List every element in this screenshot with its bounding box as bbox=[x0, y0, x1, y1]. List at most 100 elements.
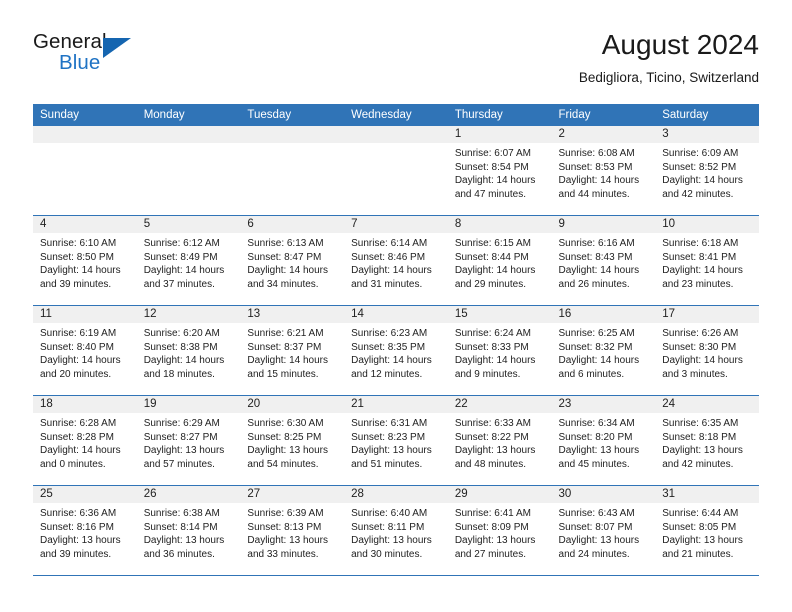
day-detail-line: and 20 minutes. bbox=[40, 368, 112, 380]
day-detail-line: and 37 minutes. bbox=[143, 278, 215, 290]
day-detail-line: Daylight: 14 hours bbox=[40, 265, 121, 276]
day-details: Sunrise: 6:14 AM Sunset: 8:46 PM Daylight:… bbox=[344, 233, 448, 291]
day-detail-line: Daylight: 14 hours bbox=[558, 265, 640, 276]
day-detail-line: and 33 minutes. bbox=[247, 548, 319, 560]
day-details: Sunrise: 6:35 AM Sunset: 8:18 PM Daylight:… bbox=[655, 413, 759, 471]
day-detail-line: Sunrise: 6:08 AM bbox=[558, 148, 635, 159]
calendar-cell-day-13[interactable]: 13 Sunrise: 6:21 AM Sunset: 8:37 PM Dayligh… bbox=[240, 305, 345, 396]
day-detail-line: and 29 minutes. bbox=[454, 278, 526, 290]
day-detail-line: Sunset: 8:47 PM bbox=[247, 251, 322, 263]
calendar-cell-day-4[interactable]: 4 Sunrise: 6:10 AM Sunset: 8:50 PM Daylight… bbox=[33, 215, 137, 306]
calendar-cell-day-25[interactable]: 25 Sunrise: 6:36 AM Sunset: 8:16 PM Dayligh… bbox=[33, 485, 137, 576]
cell-inner: 3 Sunrise: 6:09 AM Sunset: 8:52 PM Daylight… bbox=[655, 126, 759, 215]
calendar-cell-day-18[interactable]: 18 Sunrise: 6:28 AM Sunset: 8:28 PM Dayligh… bbox=[33, 395, 137, 486]
day-number bbox=[33, 126, 137, 143]
day-detail-line: and 42 minutes. bbox=[662, 188, 734, 200]
day-number: 7 bbox=[344, 216, 448, 233]
day-detail-line: Sunset: 8:18 PM bbox=[662, 431, 737, 443]
day-detail-line: Daylight: 14 hours bbox=[662, 355, 743, 366]
day-details: Sunrise: 6:12 AM Sunset: 8:49 PM Daylight:… bbox=[137, 233, 241, 291]
day-detail-line: and 48 minutes. bbox=[454, 458, 526, 470]
calendar-cell-day-24[interactable]: 24 Sunrise: 6:35 AM Sunset: 8:18 PM Dayligh… bbox=[655, 395, 759, 486]
day-number: 2 bbox=[551, 126, 656, 143]
calendar-cell-day-11[interactable]: 11 Sunrise: 6:19 AM Sunset: 8:40 PM Dayligh… bbox=[33, 305, 137, 396]
calendar-cell-day-8[interactable]: 8 Sunrise: 6:15 AM Sunset: 8:44 PM Daylight… bbox=[447, 215, 552, 306]
calendar-cell-day-19[interactable]: 19 Sunrise: 6:29 AM Sunset: 8:27 PM Dayligh… bbox=[136, 395, 241, 486]
calendar-cell-day-2[interactable]: 2 Sunrise: 6:08 AM Sunset: 8:53 PM Daylight… bbox=[551, 126, 656, 216]
general-blue-logo[interactable]: General Blue bbox=[33, 30, 173, 86]
day-detail-line: and 31 minutes. bbox=[351, 278, 423, 290]
calendar-cell-day-3[interactable]: 3 Sunrise: 6:09 AM Sunset: 8:52 PM Daylight… bbox=[655, 126, 759, 216]
calendar-cell-day-15[interactable]: 15 Sunrise: 6:24 AM Sunset: 8:33 PM Dayligh… bbox=[447, 305, 552, 396]
calendar-cell-day-5[interactable]: 5 Sunrise: 6:12 AM Sunset: 8:49 PM Daylight… bbox=[136, 215, 241, 306]
calendar-cell-day-14[interactable]: 14 Sunrise: 6:23 AM Sunset: 8:35 PM Dayligh… bbox=[344, 305, 448, 396]
day-detail-line: and 12 minutes. bbox=[351, 368, 423, 380]
calendar-cell-day-26[interactable]: 26 Sunrise: 6:38 AM Sunset: 8:14 PM Dayligh… bbox=[136, 485, 241, 576]
calendar-cell-day-23[interactable]: 23 Sunrise: 6:34 AM Sunset: 8:20 PM Dayligh… bbox=[551, 395, 656, 486]
title-block: August 2024 Bedigliora, Ticino, Switzerl… bbox=[579, 28, 759, 88]
day-detail-line: and 39 minutes. bbox=[40, 278, 112, 290]
calendar-cell-day-29[interactable]: 29 Sunrise: 6:41 AM Sunset: 8:09 PM Dayligh… bbox=[447, 485, 552, 576]
day-details: Sunrise: 6:31 AM Sunset: 8:23 PM Daylight:… bbox=[344, 413, 448, 471]
day-number: 6 bbox=[240, 216, 345, 233]
day-number: 14 bbox=[344, 306, 448, 323]
day-number: 19 bbox=[136, 396, 241, 413]
calendar-cell-day-10[interactable]: 10 Sunrise: 6:18 AM Sunset: 8:41 PM Dayligh… bbox=[655, 215, 759, 306]
cell-inner: 31 Sunrise: 6:44 AM Sunset: 8:05 PM Dayligh… bbox=[655, 486, 759, 575]
day-detail-line: and 27 minutes. bbox=[454, 548, 526, 560]
day-detail-line: and 44 minutes. bbox=[558, 188, 630, 200]
day-details: Sunrise: 6:26 AM Sunset: 8:30 PM Daylight:… bbox=[655, 323, 759, 381]
cell-inner: 17 Sunrise: 6:26 AM Sunset: 8:30 PM Dayligh… bbox=[655, 306, 759, 395]
calendar-cell-day-6[interactable]: 6 Sunrise: 6:13 AM Sunset: 8:47 PM Daylight… bbox=[240, 215, 345, 306]
day-detail-line: Daylight: 13 hours bbox=[662, 535, 743, 546]
day-details: Sunrise: 6:36 AM Sunset: 8:16 PM Daylight:… bbox=[33, 503, 137, 561]
cell-inner: 1 Sunrise: 6:07 AM Sunset: 8:54 PM Daylight… bbox=[447, 126, 552, 215]
calendar-cell-day-9[interactable]: 9 Sunrise: 6:16 AM Sunset: 8:43 PM Daylight… bbox=[551, 215, 656, 306]
day-detail-line: Sunset: 8:20 PM bbox=[558, 431, 633, 443]
day-detail-line: and 36 minutes. bbox=[143, 548, 215, 560]
day-details: Sunrise: 6:25 AM Sunset: 8:32 PM Daylight:… bbox=[552, 323, 656, 381]
day-detail-line: Daylight: 13 hours bbox=[143, 445, 225, 456]
calendar-cell-day-28[interactable]: 28 Sunrise: 6:40 AM Sunset: 8:11 PM Dayligh… bbox=[344, 485, 448, 576]
day-detail-line: Sunset: 8:16 PM bbox=[40, 521, 114, 533]
calendar-week-row: 4 Sunrise: 6:10 AM Sunset: 8:50 PM Daylight… bbox=[33, 215, 759, 306]
day-details: Sunrise: 6:44 AM Sunset: 8:05 PM Daylight:… bbox=[655, 503, 759, 561]
day-detail-line: and 51 minutes. bbox=[351, 458, 423, 470]
calendar-cell-day-1[interactable]: 1 Sunrise: 6:07 AM Sunset: 8:54 PM Daylight… bbox=[447, 126, 552, 216]
cell-inner: 8 Sunrise: 6:15 AM Sunset: 8:44 PM Daylight… bbox=[447, 216, 552, 305]
calendar-cell-day-12[interactable]: 12 Sunrise: 6:20 AM Sunset: 8:38 PM Dayligh… bbox=[136, 305, 241, 396]
day-detail-line: Sunset: 8:41 PM bbox=[662, 251, 737, 263]
day-detail-line: Daylight: 13 hours bbox=[454, 445, 536, 456]
calendar-cell-day-20[interactable]: 20 Sunrise: 6:30 AM Sunset: 8:25 PM Dayligh… bbox=[240, 395, 345, 486]
calendar-cell-day-17[interactable]: 17 Sunrise: 6:26 AM Sunset: 8:30 PM Dayligh… bbox=[655, 305, 759, 396]
day-detail-line: and 24 minutes. bbox=[558, 548, 630, 560]
cell-inner: 27 Sunrise: 6:39 AM Sunset: 8:13 PM Dayligh… bbox=[240, 486, 345, 575]
day-detail-line: Daylight: 13 hours bbox=[558, 445, 640, 456]
day-detail-line: Sunset: 8:46 PM bbox=[351, 251, 426, 263]
day-detail-line: Sunrise: 6:43 AM bbox=[558, 508, 635, 519]
day-details: Sunrise: 6:38 AM Sunset: 8:14 PM Daylight:… bbox=[137, 503, 241, 561]
day-detail-line: and 34 minutes. bbox=[247, 278, 319, 290]
day-detail-line: Sunrise: 6:39 AM bbox=[247, 508, 324, 519]
calendar-cell-day-31[interactable]: 31 Sunrise: 6:44 AM Sunset: 8:05 PM Dayligh… bbox=[655, 485, 759, 576]
day-detail-line: and 18 minutes. bbox=[143, 368, 215, 380]
calendar-cell-day-30[interactable]: 30 Sunrise: 6:43 AM Sunset: 8:07 PM Dayligh… bbox=[551, 485, 656, 576]
day-details: Sunrise: 6:10 AM Sunset: 8:50 PM Daylight:… bbox=[33, 233, 137, 291]
calendar-cell-day-22[interactable]: 22 Sunrise: 6:33 AM Sunset: 8:22 PM Dayligh… bbox=[447, 395, 552, 486]
cell-inner: 5 Sunrise: 6:12 AM Sunset: 8:49 PM Daylight… bbox=[136, 216, 241, 305]
calendar-cell-empty bbox=[33, 126, 137, 216]
calendar-cell-day-16[interactable]: 16 Sunrise: 6:25 AM Sunset: 8:32 PM Dayligh… bbox=[551, 305, 656, 396]
day-detail-line: Sunrise: 6:09 AM bbox=[662, 148, 739, 159]
cell-inner: 12 Sunrise: 6:20 AM Sunset: 8:38 PM Dayligh… bbox=[136, 306, 241, 395]
calendar-cell-day-7[interactable]: 7 Sunrise: 6:14 AM Sunset: 8:46 PM Daylight… bbox=[344, 215, 448, 306]
calendar-cell-day-21[interactable]: 21 Sunrise: 6:31 AM Sunset: 8:23 PM Dayligh… bbox=[344, 395, 448, 486]
logo-text-blue: Blue bbox=[59, 51, 101, 74]
cell-inner bbox=[136, 126, 241, 215]
weekday-header-thursday: Thursday bbox=[447, 104, 552, 126]
calendar-cell-day-27[interactable]: 27 Sunrise: 6:39 AM Sunset: 8:13 PM Dayligh… bbox=[240, 485, 345, 576]
day-number: 8 bbox=[447, 216, 552, 233]
day-number: 30 bbox=[551, 486, 656, 503]
day-detail-line: Daylight: 13 hours bbox=[247, 535, 329, 546]
day-detail-line: Daylight: 14 hours bbox=[143, 265, 225, 276]
weekday-header-wednesday: Wednesday bbox=[344, 104, 448, 126]
